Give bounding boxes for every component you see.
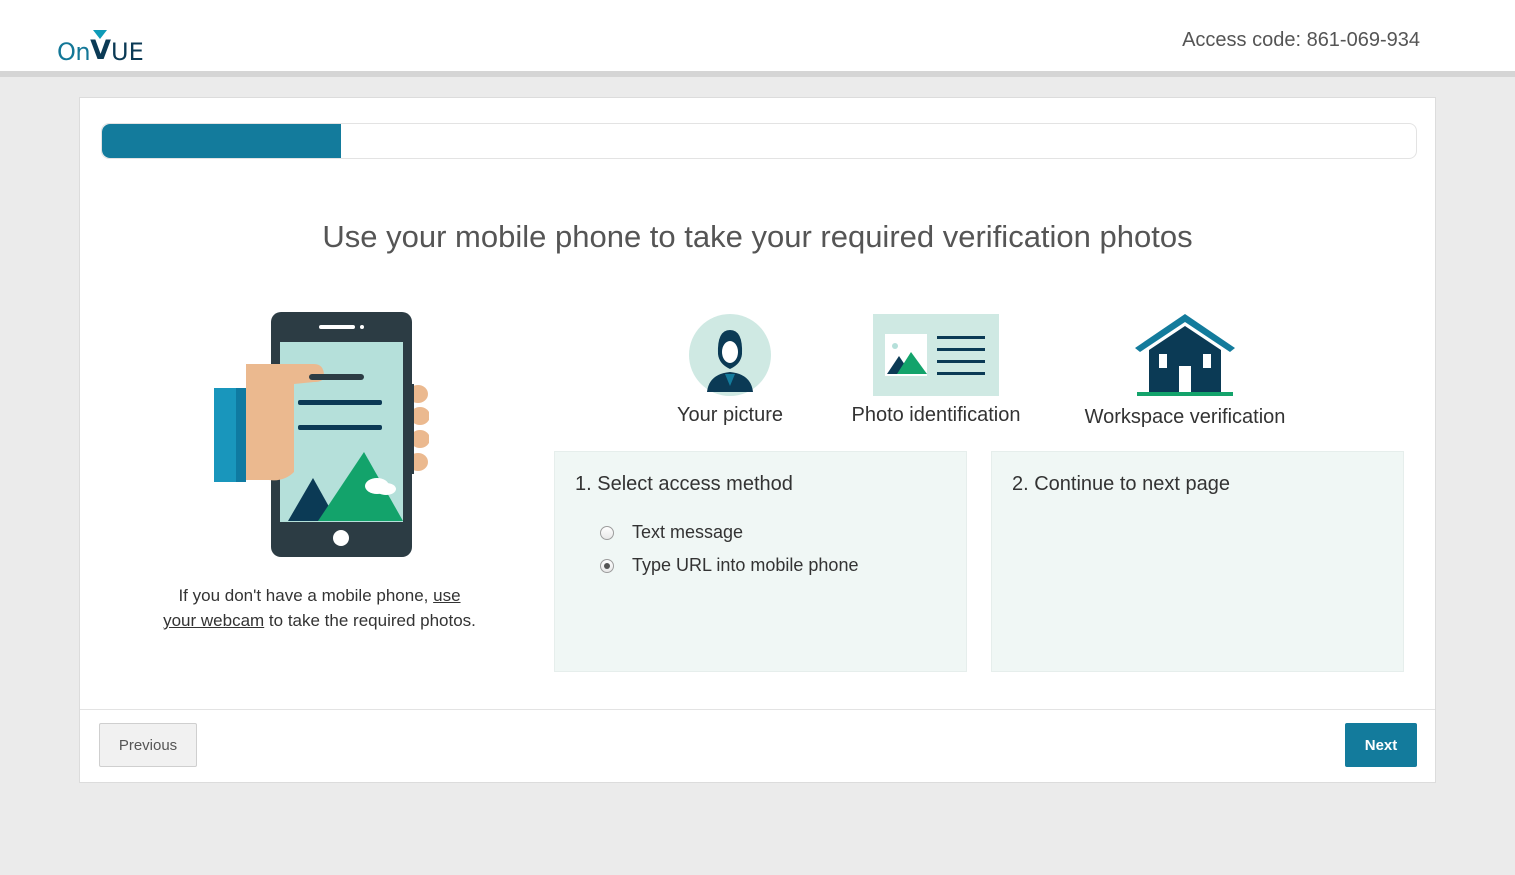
select-access-method-panel: 1. Select access method Text message Typ… xyxy=(554,451,967,672)
workspace-verification-label: Workspace verification xyxy=(1084,406,1286,428)
person-portrait-icon xyxy=(689,314,771,396)
webcam-note: If you don't have a mobile phone, use yo… xyxy=(163,586,476,630)
id-card-icon xyxy=(873,314,999,396)
phone-in-hand-illustration xyxy=(214,312,429,557)
house-icon xyxy=(1135,314,1235,396)
type-url-option[interactable]: Type URL into mobile phone xyxy=(600,555,858,576)
continue-next-page-panel: 2. Continue to next page xyxy=(991,451,1404,672)
photo-identification-item: Photo identification xyxy=(841,314,1031,427)
text-message-radio[interactable] xyxy=(600,525,614,540)
footer-divider xyxy=(80,709,1435,710)
progress-fill xyxy=(102,124,342,158)
your-picture-item: Your picture xyxy=(660,314,800,427)
your-picture-label: Your picture xyxy=(677,404,783,426)
step2-title: 2. Continue to next page xyxy=(1012,473,1230,495)
next-button[interactable]: Next xyxy=(1345,723,1417,767)
text-message-option[interactable]: Text message xyxy=(600,522,743,543)
progress-bar xyxy=(101,123,1417,159)
workspace-verification-item: Workspace verification xyxy=(1074,314,1296,429)
step1-title: 1. Select access method xyxy=(575,473,793,495)
previous-button[interactable]: Previous xyxy=(99,723,197,767)
photo-identification-label: Photo identification xyxy=(851,404,1021,426)
top-bar: On V UE Access code: 861-069-934 xyxy=(0,0,1515,77)
onvue-logo: On V UE xyxy=(57,24,144,64)
access-code: Access code: 861-069-934 xyxy=(1182,29,1420,51)
type-url-radio[interactable] xyxy=(600,558,614,573)
page-headline: Use your mobile phone to take your requi… xyxy=(322,219,1193,254)
main-card: Use your mobile phone to take your requi… xyxy=(79,97,1436,783)
